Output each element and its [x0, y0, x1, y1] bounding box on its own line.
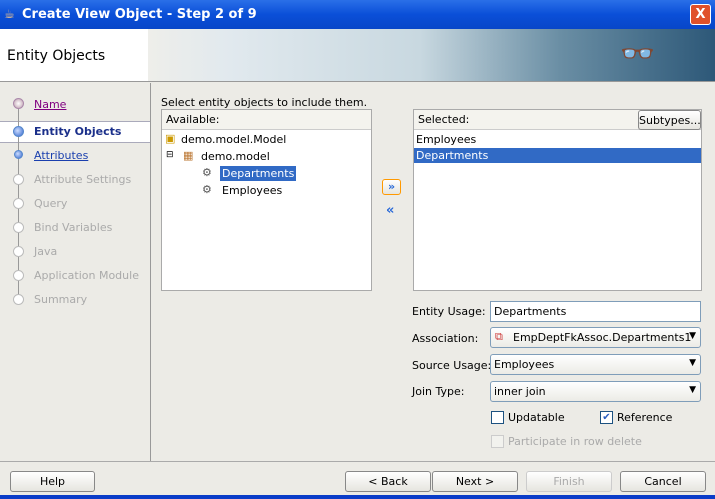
step-dot [13, 294, 24, 305]
finish-button: Finish [526, 471, 612, 492]
step-query: Query [34, 197, 68, 210]
wizard-window: Entity Objects 👓 Name Entity Objects Att… [0, 29, 715, 495]
tree-package[interactable]: demo.model [201, 150, 270, 163]
source-usage-select[interactable]: Employees ▼ [490, 354, 701, 375]
join-type-select[interactable]: inner join ▼ [490, 381, 701, 402]
entity-usage-input[interactable]: Departments [490, 301, 701, 322]
wizard-steps: Name Entity Objects Attributes Attribute… [0, 83, 151, 461]
available-tree[interactable]: Available: ▣ demo.model.Model ⊟ ▦ demo.m… [161, 109, 372, 291]
step-dot [13, 246, 24, 257]
package-icon: ▦ [183, 149, 194, 162]
entity-icon: ⚙ [202, 166, 212, 179]
java-cup-icon: ☕ [4, 7, 15, 21]
entity-icon: ⚙ [202, 183, 212, 196]
banner: Entity Objects 👓 [0, 29, 715, 82]
source-usage-value: Employees [494, 358, 555, 371]
tree-item-departments[interactable]: Departments [220, 166, 297, 181]
join-type-label: Join Type: [412, 385, 465, 398]
available-label: Available: [162, 110, 371, 130]
step-attribute-settings: Attribute Settings [34, 173, 132, 186]
step-bind-variables: Bind Variables [34, 221, 113, 234]
tree-root[interactable]: demo.model.Model [181, 133, 286, 146]
close-button[interactable]: X [690, 4, 711, 25]
dropdown-arrow-icon: ▼ [689, 385, 696, 395]
selected-item-departments[interactable]: Departments [414, 148, 701, 163]
collapse-icon[interactable]: ⊟ [166, 150, 174, 160]
selected-list[interactable]: Selected: Subtypes... Employees Departme… [413, 109, 702, 291]
selected-item-employees[interactable]: Employees [414, 132, 701, 147]
reference-label: Reference [617, 411, 673, 424]
join-type-value: inner join [494, 385, 546, 398]
page-title: Entity Objects [7, 48, 106, 64]
updatable-checkbox[interactable] [491, 411, 504, 424]
association-select[interactable]: ⧉ EmpDeptFkAssoc.Departments1 ▼ [490, 327, 701, 348]
updatable-label: Updatable [508, 411, 565, 424]
step-entity-objects[interactable]: Entity Objects [34, 125, 121, 138]
back-button[interactable]: < Back [345, 471, 431, 492]
dropdown-arrow-icon: ▼ [689, 331, 696, 341]
entity-usage-label: Entity Usage: [412, 305, 486, 318]
step-dot [13, 198, 24, 209]
glasses-icon: 👓 [620, 37, 655, 70]
subtypes-button[interactable]: Subtypes... [638, 110, 701, 130]
dropdown-arrow-icon: ▼ [689, 358, 696, 368]
association-value: EmpDeptFkAssoc.Departments1 [513, 331, 692, 344]
add-button[interactable]: » [382, 179, 401, 195]
reference-checkbox[interactable]: ✔ [600, 411, 613, 424]
tree-item-employees[interactable]: Employees [222, 184, 282, 197]
participate-label: Participate in row delete [508, 435, 642, 448]
step-java: Java [34, 245, 58, 258]
step-attributes[interactable]: Attributes [34, 149, 88, 162]
next-button[interactable]: Next > [432, 471, 518, 492]
instruction-text: Select entity objects to include them. [161, 96, 368, 109]
cancel-button[interactable]: Cancel [620, 471, 706, 492]
step-dot [14, 150, 23, 159]
remove-button[interactable]: « [386, 203, 394, 218]
source-usage-label: Source Usage: [412, 359, 492, 372]
association-icon: ⧉ [495, 330, 503, 343]
association-label: Association: [412, 332, 479, 345]
window-title: Create View Object - Step 2 of 9 [22, 7, 257, 22]
step-dot [13, 174, 24, 185]
step-dot [13, 222, 24, 233]
footer-divider [0, 461, 715, 462]
step-dot [13, 270, 24, 281]
step-summary: Summary [34, 293, 88, 306]
project-icon: ▣ [165, 132, 176, 145]
step-application-module: Application Module [34, 269, 139, 282]
step-dot [13, 98, 24, 109]
title-bar: ☕ Create View Object - Step 2 of 9 X [0, 0, 715, 29]
help-button[interactable]: Help [10, 471, 95, 492]
step-dot [13, 126, 24, 137]
participate-checkbox [491, 435, 504, 448]
step-name[interactable]: Name [34, 98, 66, 111]
